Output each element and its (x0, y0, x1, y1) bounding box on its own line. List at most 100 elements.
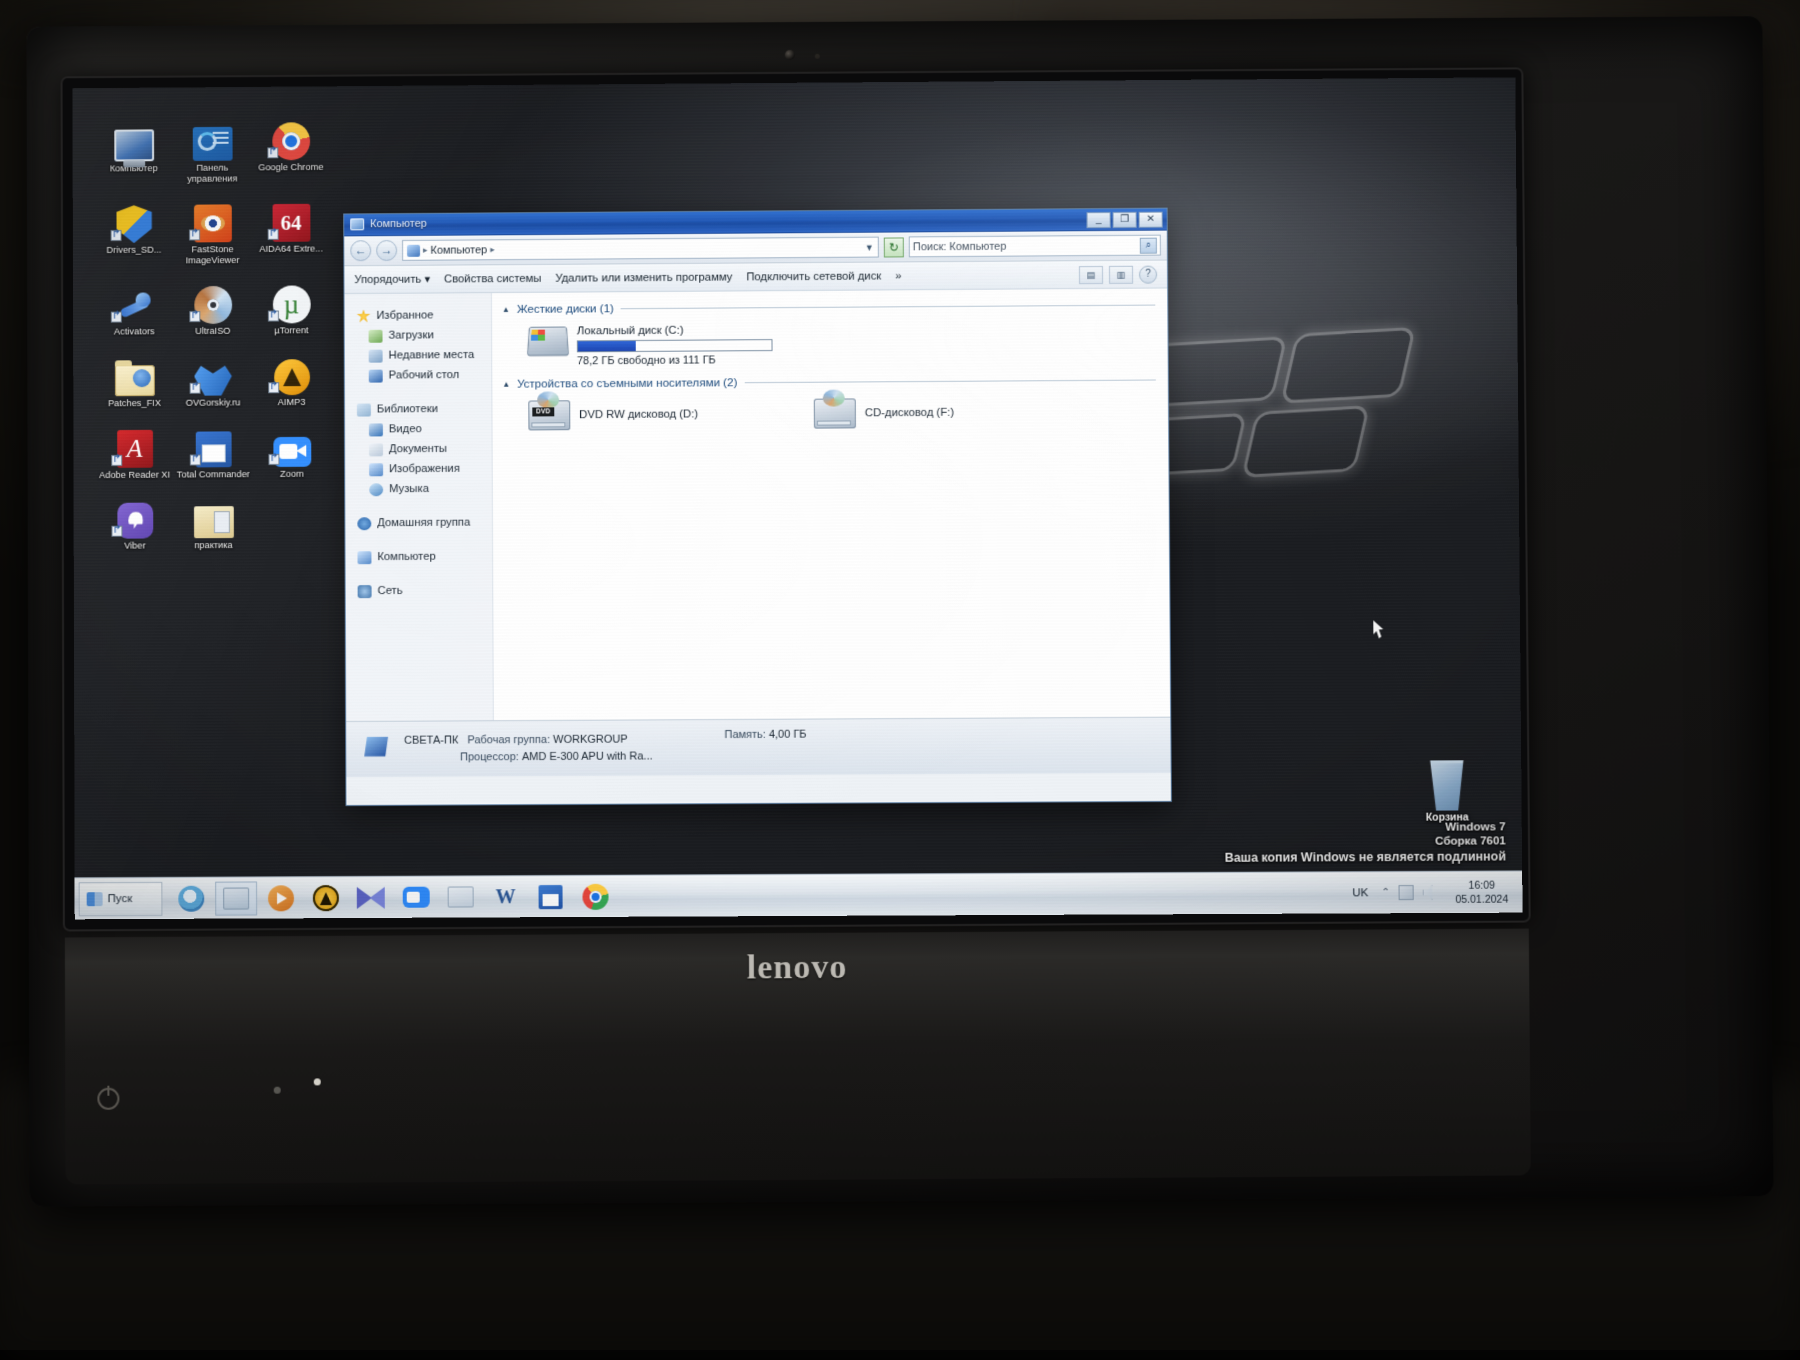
kmplayer-icon (357, 886, 385, 908)
start-button[interactable]: Пуск (79, 881, 163, 915)
forward-button[interactable]: → (376, 240, 397, 261)
sidebar-item-label: Сеть (378, 585, 403, 597)
desktop-icon-label: AIMP3 (252, 397, 331, 408)
aimp3-icon (252, 349, 331, 395)
back-button[interactable]: ← (350, 240, 371, 261)
taskbar-button-explorer[interactable] (215, 881, 257, 915)
desktop-icon-ovgorskiy[interactable]: OVGorskiy.ru (174, 350, 253, 409)
window-title: Компьютер (370, 218, 427, 230)
adobe-reader-icon (95, 421, 174, 467)
desktop-icon-adobe-reader[interactable]: Adobe Reader XI (95, 421, 174, 480)
taskbar-button-internet-explorer[interactable] (170, 881, 212, 915)
clock[interactable]: 16:09 05.01.2024 (1447, 878, 1516, 906)
desktop-icon-faststone[interactable]: FastStone ImageViewer (173, 196, 252, 265)
desktop-icon-praktika[interactable]: практика (174, 492, 253, 551)
group-divider (621, 305, 1155, 310)
drive-item-dvd-rw-d[interactable]: DVD DVD RW дисковод (D:) (528, 399, 788, 431)
nav-group-libraries: Библиотеки Видео Документы (353, 399, 492, 500)
volume-tray-icon[interactable] (1423, 885, 1438, 900)
breadcrumb-item-computer[interactable]: Компьютер (430, 244, 487, 256)
desktop-icon-aimp3[interactable]: AIMP3 (252, 349, 331, 408)
taskbar-button-kmplayer[interactable] (350, 880, 392, 914)
desktop-icon-label: UltraISO (174, 326, 253, 337)
sidebar-item-documents[interactable]: Документы (353, 439, 492, 460)
desktop-icon-drivers-sd[interactable]: Drivers_SD... (95, 197, 174, 266)
network-tray-icon[interactable] (1399, 885, 1414, 900)
breadcrumb[interactable]: ▸ Компьютер ▸ ▼ (402, 237, 879, 261)
desktop-icon-viber[interactable]: Viber (95, 493, 174, 552)
desktop-icon-zoom[interactable]: Zoom (252, 420, 331, 479)
sidebar-item-downloads[interactable]: Загрузки (353, 325, 492, 346)
help-button[interactable]: ? (1139, 265, 1157, 283)
desktop-icon-google-chrome[interactable]: Google Chrome (251, 114, 330, 183)
star-icon (357, 309, 371, 322)
search-icon[interactable]: ⌕ (1140, 237, 1157, 253)
sidebar-item-homegroup[interactable]: Домашняя группа (353, 513, 492, 534)
sidebar-item-recent-places[interactable]: Недавние места (353, 345, 492, 366)
taskbar-button-media-player[interactable] (260, 881, 302, 915)
sidebar-item-label: Рабочий стол (389, 369, 460, 381)
wmp-icon (268, 885, 294, 911)
minimize-button[interactable]: _ (1087, 212, 1111, 228)
uninstall-change-program-button[interactable]: Удалить или изменить программу (555, 271, 732, 284)
close-button[interactable]: ✕ (1139, 212, 1163, 228)
collapse-triangle-icon[interactable]: ▲ (502, 305, 510, 314)
drive-item-cd-drive-f[interactable]: CD-дисковод (F:) (814, 397, 1074, 429)
maximize-button[interactable]: ❐ (1113, 212, 1137, 228)
nav-group-computer: Компьютер (353, 546, 492, 567)
taskbar-button-chrome[interactable] (574, 879, 616, 913)
show-preview-pane-button[interactable]: ▥ (1109, 265, 1133, 283)
sidebar-item-pictures[interactable]: Изображения (353, 459, 492, 480)
taskbar-button-aimp[interactable] (305, 881, 347, 915)
sidebar-item-favorites[interactable]: Избранное (353, 305, 492, 326)
file-list-pane[interactable]: ▲ Жесткие диски (1) Локальный диск (C:) (492, 288, 1170, 720)
desktop-icon-label: FastStone ImageViewer (173, 244, 252, 266)
desktop-icon-row: Drivers_SD... FastStone ImageViewer 64 A… (95, 196, 332, 279)
show-hidden-icons-icon[interactable]: ⌃ (1382, 887, 1391, 898)
aida64-icon: 64 (252, 196, 331, 242)
sidebar-item-libraries[interactable]: Библиотеки (353, 399, 492, 420)
drive-item-local-disk-c[interactable]: Локальный диск (C:) 78,2 ГБ свободно из … (528, 324, 788, 368)
language-indicator[interactable]: UK (1348, 887, 1372, 899)
sidebar-item-desktop[interactable]: Рабочий стол (353, 365, 492, 386)
sidebar-item-video[interactable]: Видео (353, 419, 492, 440)
collapse-triangle-icon[interactable]: ▲ (502, 380, 510, 389)
sidebar-item-music[interactable]: Музыка (353, 479, 492, 500)
taskbar-button-zoom[interactable] (395, 880, 437, 914)
desktop-icon-recycle-bin[interactable]: Корзина (1399, 760, 1496, 824)
desktop-icon-label: µTorrent (252, 325, 331, 336)
power-button-icon[interactable] (97, 1088, 119, 1110)
group-header-hard-disks[interactable]: ▲ Жесткие диски (1) (502, 299, 1155, 316)
organize-button[interactable]: Упорядочить ▾ (354, 273, 430, 286)
desktop-icon-total-commander[interactable]: Total Commander (174, 421, 253, 480)
desktop-icon-control-panel[interactable]: Панель управления (173, 115, 252, 184)
refresh-button[interactable]: ↻ (884, 237, 904, 257)
desktop-icon-computer[interactable]: Компьютер (94, 115, 173, 184)
shortcut-arrow-icon (111, 526, 122, 537)
drive-row: DVD DVD RW дисковод (D:) (502, 392, 1156, 440)
documents-icon (369, 443, 383, 456)
system-properties-button[interactable]: Свойства системы (444, 272, 541, 285)
search-input[interactable]: Поиск: Компьютер ⌕ (909, 235, 1161, 258)
shortcut-arrow-icon (268, 229, 279, 240)
map-network-drive-button[interactable]: Подключить сетевой диск (746, 270, 881, 283)
change-view-button[interactable]: ▤ (1079, 265, 1103, 283)
taskbar-button-folder[interactable] (440, 880, 482, 914)
chevron-down-icon[interactable]: ▼ (865, 242, 874, 252)
desktop-icon-ultraiso[interactable]: UltraISO (173, 278, 252, 337)
clock-date: 05.01.2024 (1455, 892, 1508, 906)
computer-icon (350, 218, 364, 230)
sidebar-item-computer[interactable]: Компьютер (353, 546, 492, 567)
taskbar-button-total-commander[interactable] (530, 879, 572, 913)
watermark-line-notice: Ваша копия Windows не является подлинной (1084, 848, 1506, 866)
overflow-button[interactable]: » (895, 270, 901, 282)
desktop-icon-utorrent[interactable]: µTorrent (252, 278, 331, 337)
shortcut-arrow-icon (111, 230, 122, 241)
shortcut-arrow-icon (111, 455, 122, 466)
sidebar-item-network[interactable]: Сеть (354, 580, 493, 601)
taskbar-button-word[interactable]: W (485, 880, 527, 914)
sidebar-item-label: Музыка (389, 483, 429, 495)
desktop-icon-patches-fix[interactable]: Patches_FIX (95, 350, 174, 409)
desktop-icon-activators[interactable]: Activators (95, 279, 174, 338)
desktop-icon-aida64[interactable]: 64 AIDA64 Extre... (252, 196, 331, 265)
